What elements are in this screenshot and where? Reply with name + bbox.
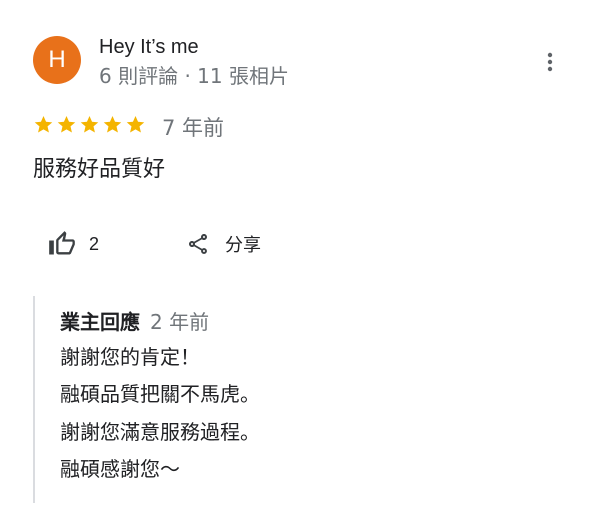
- owner-reply-label: 業主回應: [60, 310, 140, 334]
- more-vert-icon: [547, 52, 553, 72]
- owner-reply-line: 謝謝您的肯定！: [60, 345, 200, 369]
- owner-reply-line: 謝謝您滿意服務過程。: [60, 420, 260, 444]
- owner-reply-header: 業主回應 2 年前: [60, 306, 209, 335]
- star-icon: [57, 115, 76, 133]
- star-icon: [34, 115, 53, 133]
- more-options-button[interactable]: [536, 50, 564, 74]
- review-text: 服務好品質好: [33, 157, 166, 182]
- share-icon: [189, 234, 207, 254]
- star-icon: [103, 115, 122, 133]
- share-button[interactable]: 分享: [186, 228, 261, 260]
- star-icon: [126, 115, 145, 133]
- star-icon: [80, 115, 99, 133]
- like-button[interactable]: 2: [48, 228, 99, 260]
- share-label: 分享: [225, 235, 261, 256]
- star-rating: [33, 111, 148, 137]
- thumb-up-icon: [49, 231, 75, 255]
- author-meta: 6 則評論 · 11 張相片: [99, 64, 289, 88]
- owner-reply-line: 融碩感謝您～: [60, 457, 180, 481]
- owner-reply-line: 融碩品質把關不馬虎。: [60, 382, 260, 406]
- avatar[interactable]: H: [33, 36, 81, 84]
- like-count: 2: [89, 233, 100, 254]
- owner-reply-time: 2 年前: [150, 310, 210, 334]
- author-name[interactable]: Hey It’s me: [99, 36, 199, 59]
- review-time: 7 年前: [162, 116, 225, 140]
- owner-reply: 業主回應 2 年前 謝謝您的肯定！ 融碩品質把關不馬虎。 謝謝您滿意服務過程。 融…: [33, 296, 575, 503]
